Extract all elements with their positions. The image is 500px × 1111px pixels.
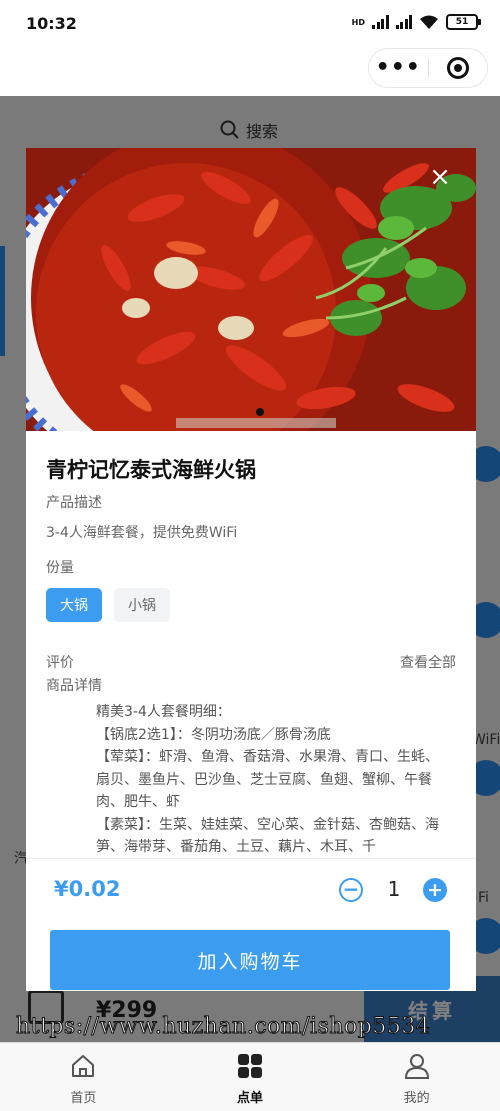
product-image: ×	[26, 148, 476, 431]
modal-footer: ¥0.02 − 1 + 加入购物车	[26, 858, 476, 991]
detail-line: 【素菜】：生菜、娃娃菜、空心菜、金针菇、杏鲍菇、海笋、海带芽、番茄角、土豆、藕片…	[96, 816, 439, 854]
portion-label: 份量	[46, 560, 74, 576]
tab-profile[interactable]: 我的	[333, 1043, 500, 1111]
tab-bar: 首页 点单 我的	[0, 1042, 500, 1111]
product-price: ¥0.02	[54, 877, 121, 901]
wifi-icon	[420, 15, 438, 29]
home-icon	[70, 1053, 96, 1079]
network-type: HD	[351, 17, 365, 27]
tab-label: 点单	[237, 1091, 264, 1106]
product-description: 3-4人海鲜套餐，提供免费WiFi	[46, 525, 238, 541]
watermark-text: https://www.huzhan.com/ishop5534	[15, 1014, 431, 1040]
signal-icon	[372, 15, 389, 29]
plus-icon[interactable]: +	[423, 878, 447, 902]
portion-option-large[interactable]: 大锅	[46, 588, 102, 622]
status-time: 10:32	[26, 14, 77, 33]
mini-program-capsule: •••	[368, 48, 488, 88]
minus-icon[interactable]: −	[339, 878, 363, 902]
close-icon[interactable]: ×	[428, 164, 452, 190]
tab-label: 首页	[70, 1091, 97, 1106]
product-modal: × 青柠记忆泰式海鲜火锅 产品描述 3-4人海鲜套餐，提供免费WiFi 份量 大…	[26, 148, 476, 991]
tab-home[interactable]: 首页	[0, 1043, 167, 1111]
more-dots-icon[interactable]: •••	[369, 57, 428, 79]
review-label: 评价	[46, 655, 74, 671]
user-icon	[404, 1053, 430, 1079]
detail-line: 【荤菜】：虾滑、鱼滑、香菇滑、水果滑、青口、生蚝、扇贝、墨鱼片、巴沙鱼、芝士豆腐…	[96, 749, 439, 810]
add-to-cart-button[interactable]: 加入购物车	[50, 930, 450, 990]
quantity-value: 1	[387, 877, 401, 901]
detail-label: 商品详情	[46, 678, 102, 694]
status-icons: HD 51	[351, 14, 481, 30]
nav-bar: •••	[0, 48, 500, 96]
signal-icon	[395, 15, 412, 29]
status-bar: 10:32 HD 51	[0, 0, 500, 48]
battery-icon: 51	[446, 14, 481, 30]
product-detail-text: 精美3-4人套餐明细： 【锅底2选1】：冬阴功汤底／豚骨汤底 【荤菜】：虾滑、鱼…	[96, 701, 452, 853]
product-name: 青柠记忆泰式海鲜火锅	[46, 458, 256, 482]
tab-label: 我的	[403, 1091, 430, 1106]
tab-order[interactable]: 点单	[167, 1043, 334, 1111]
grid-icon	[237, 1053, 263, 1079]
portion-option-small[interactable]: 小锅	[114, 588, 170, 622]
detail-line: 精美3-4人套餐明细：	[96, 704, 231, 720]
view-all-link[interactable]: 查看全部	[400, 652, 456, 672]
description-label: 产品描述	[46, 495, 102, 511]
carousel-indicator	[256, 408, 264, 416]
detail-line: 【锅底2选1】：冬阴功汤底／豚骨汤底	[96, 726, 331, 743]
target-close-icon[interactable]	[428, 57, 487, 79]
